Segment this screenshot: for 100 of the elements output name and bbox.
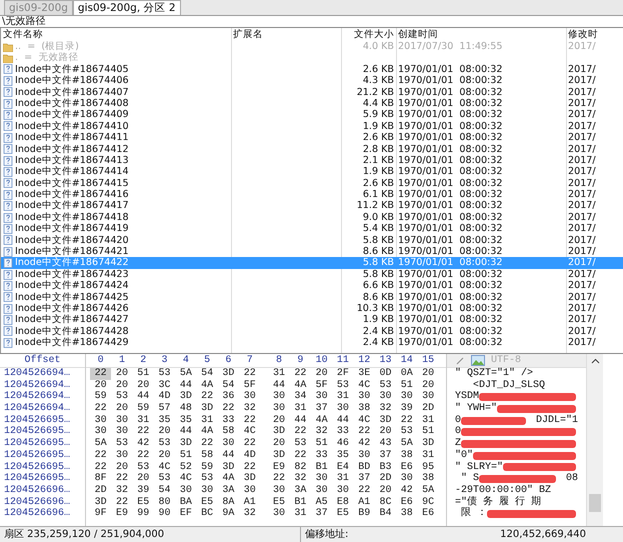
hex-byte: 4A (200, 426, 214, 438)
hex-byte: 42 (357, 438, 372, 450)
scrollbar[interactable] (586, 354, 603, 526)
hex-byte: 44 (136, 391, 150, 403)
created-time: 1970/01/01 08:00:32 (398, 234, 502, 246)
hex-byte: 43 (378, 438, 393, 450)
hex-byte: 33 (221, 414, 236, 426)
file-name[interactable]: Inode中文件#18674410 (15, 120, 129, 132)
file-name[interactable]: Inode中文件#18674419 (15, 223, 129, 235)
hex-byte: E5 (136, 496, 150, 508)
offset-cell-text: 1204526696… (3, 496, 72, 508)
file-name[interactable]: Inode中文件#18674429 (15, 337, 129, 349)
column-header: 13 (378, 354, 393, 368)
hex-byte: 22 (242, 438, 257, 450)
file-name[interactable]: Inode中文件#18674406 (15, 75, 129, 87)
file-name[interactable]: Inode中文件#18674416 (15, 189, 129, 200)
file-size: 2.6 KB (362, 178, 394, 189)
offset-label: 偏移地址: (300, 527, 460, 542)
file-size: 6.6 KB (362, 280, 394, 292)
unknown-file-icon (3, 98, 13, 109)
unknown-file-icon (3, 87, 13, 98)
file-name[interactable]: Inode中文件#18674408 (15, 98, 129, 110)
file-name[interactable]: Inode中文件#18674407 (15, 86, 129, 98)
file-name[interactable]: Inode中文件#18674426 (15, 302, 129, 314)
created-time: 1970/01/01 08:00:32 (398, 144, 502, 155)
hex-byte: 37 (378, 450, 393, 462)
file-size: 21.2 KB (356, 86, 394, 98)
file-name[interactable]: Inode中文件#18674415 (15, 178, 129, 190)
file-name[interactable]: Inode中文件#18674420 (15, 234, 129, 246)
modified-time: 2017/ (568, 257, 596, 268)
file-name[interactable]: Inode中文件#18674425 (15, 292, 129, 303)
file-name[interactable]: Inode中文件#18674411 (15, 132, 129, 144)
hex-byte: 53 (336, 380, 350, 391)
hex-byte: 9C (421, 496, 436, 508)
hex-byte: 31 (293, 403, 308, 415)
hex-byte: 32 (242, 403, 257, 415)
hex-byte: 20 (378, 426, 393, 438)
file-name[interactable]: Inode中文件#18674405 (15, 64, 129, 76)
hex-byte: 31 (136, 414, 150, 426)
hex-byte: E9 (272, 462, 286, 473)
file-name[interactable]: Inode中文件#18674421 (15, 246, 129, 258)
hex-byte: 4A (314, 414, 329, 426)
file-size: 1.9 KB (362, 314, 394, 326)
hex-byte: 22 (293, 368, 308, 380)
column-header[interactable]: 文件大小 (341, 28, 396, 41)
hex-byte: E6 (421, 508, 436, 520)
column-header: 14 (400, 354, 414, 368)
hex-byte: 22 (136, 426, 150, 438)
column-header[interactable]: 扩展名 (231, 28, 341, 41)
column-header[interactable]: 创建时间 (396, 28, 566, 41)
column-header[interactable]: 文件名称 (1, 28, 231, 41)
created-time: 1970/01/01 08:00:32 (398, 178, 502, 189)
file-name[interactable]: Inode中文件#18674424 (15, 280, 129, 292)
hex-byte: 53 (136, 462, 150, 473)
hex-byte: 20 (421, 380, 436, 391)
created-time: 1970/01/01 08:00:32 (398, 154, 502, 166)
file-name[interactable]: Inode中文件#18674409 (15, 109, 129, 121)
hex-byte: 37 (357, 473, 372, 485)
hex-byte: 22 (242, 462, 257, 473)
file-name[interactable]: Inode中文件#18674412 (15, 144, 129, 155)
hex-byte: A5 (314, 496, 329, 508)
hex-byte: 22 (242, 414, 257, 426)
file-name[interactable]: Inode中文件#18674417 (15, 200, 129, 212)
file-size: 8.6 KB (362, 292, 394, 303)
hex-byte: 30 (314, 484, 329, 497)
hex-byte: 42 (400, 484, 414, 497)
pen-icon[interactable] (455, 356, 465, 366)
file-name[interactable]: Inode中文件#18674414 (15, 166, 129, 178)
hex-byte: 30 (94, 426, 108, 438)
image-icon[interactable] (471, 355, 485, 366)
hex-byte: 5A (400, 438, 414, 450)
column-header: 12 (357, 354, 372, 368)
scrollbar-thumb[interactable] (589, 494, 601, 512)
caret-up-icon[interactable] (591, 358, 600, 364)
file-name[interactable]: Inode中文件#18674418 (15, 212, 129, 224)
folder-icon (3, 53, 13, 64)
hex-byte: 5F (314, 380, 329, 391)
file-name[interactable]: Inode中文件#18674427 (15, 314, 129, 326)
hex-byte: 30 (221, 438, 236, 450)
offset-cell-text: 1204526695… (3, 426, 72, 438)
hex-byte: 22 (94, 403, 108, 415)
column-header[interactable]: 修改时 (566, 28, 623, 41)
file-size: 5.4 KB (362, 223, 394, 234)
hex-byte: 44 (178, 380, 193, 391)
hex-byte: 0A (400, 368, 414, 380)
modified-time: 2017/ (568, 132, 596, 144)
tab[interactable]: gis09-200g, 分区 2 (72, 0, 181, 15)
hex-byte: 30 (114, 414, 129, 426)
offset-cell-text: 1204526696… (3, 508, 72, 520)
file-name[interactable]: Inode中文件#18674428 (15, 326, 129, 338)
file-name[interactable]: Inode中文件#18674413 (15, 154, 129, 166)
created-time: 1970/01/01 08:00:32 (398, 189, 502, 200)
hex-byte: 30 (272, 484, 286, 497)
file-name[interactable]: Inode中文件#18674423 (15, 268, 129, 280)
hex-byte: 30 (336, 403, 350, 415)
offset-cell-text: 1204526695… (3, 438, 72, 450)
hex-byte: 59 (94, 391, 108, 403)
hex-byte: 35 (158, 414, 172, 426)
hex-byte: 20 (94, 380, 108, 391)
modified-time: 2017/ (568, 75, 596, 86)
